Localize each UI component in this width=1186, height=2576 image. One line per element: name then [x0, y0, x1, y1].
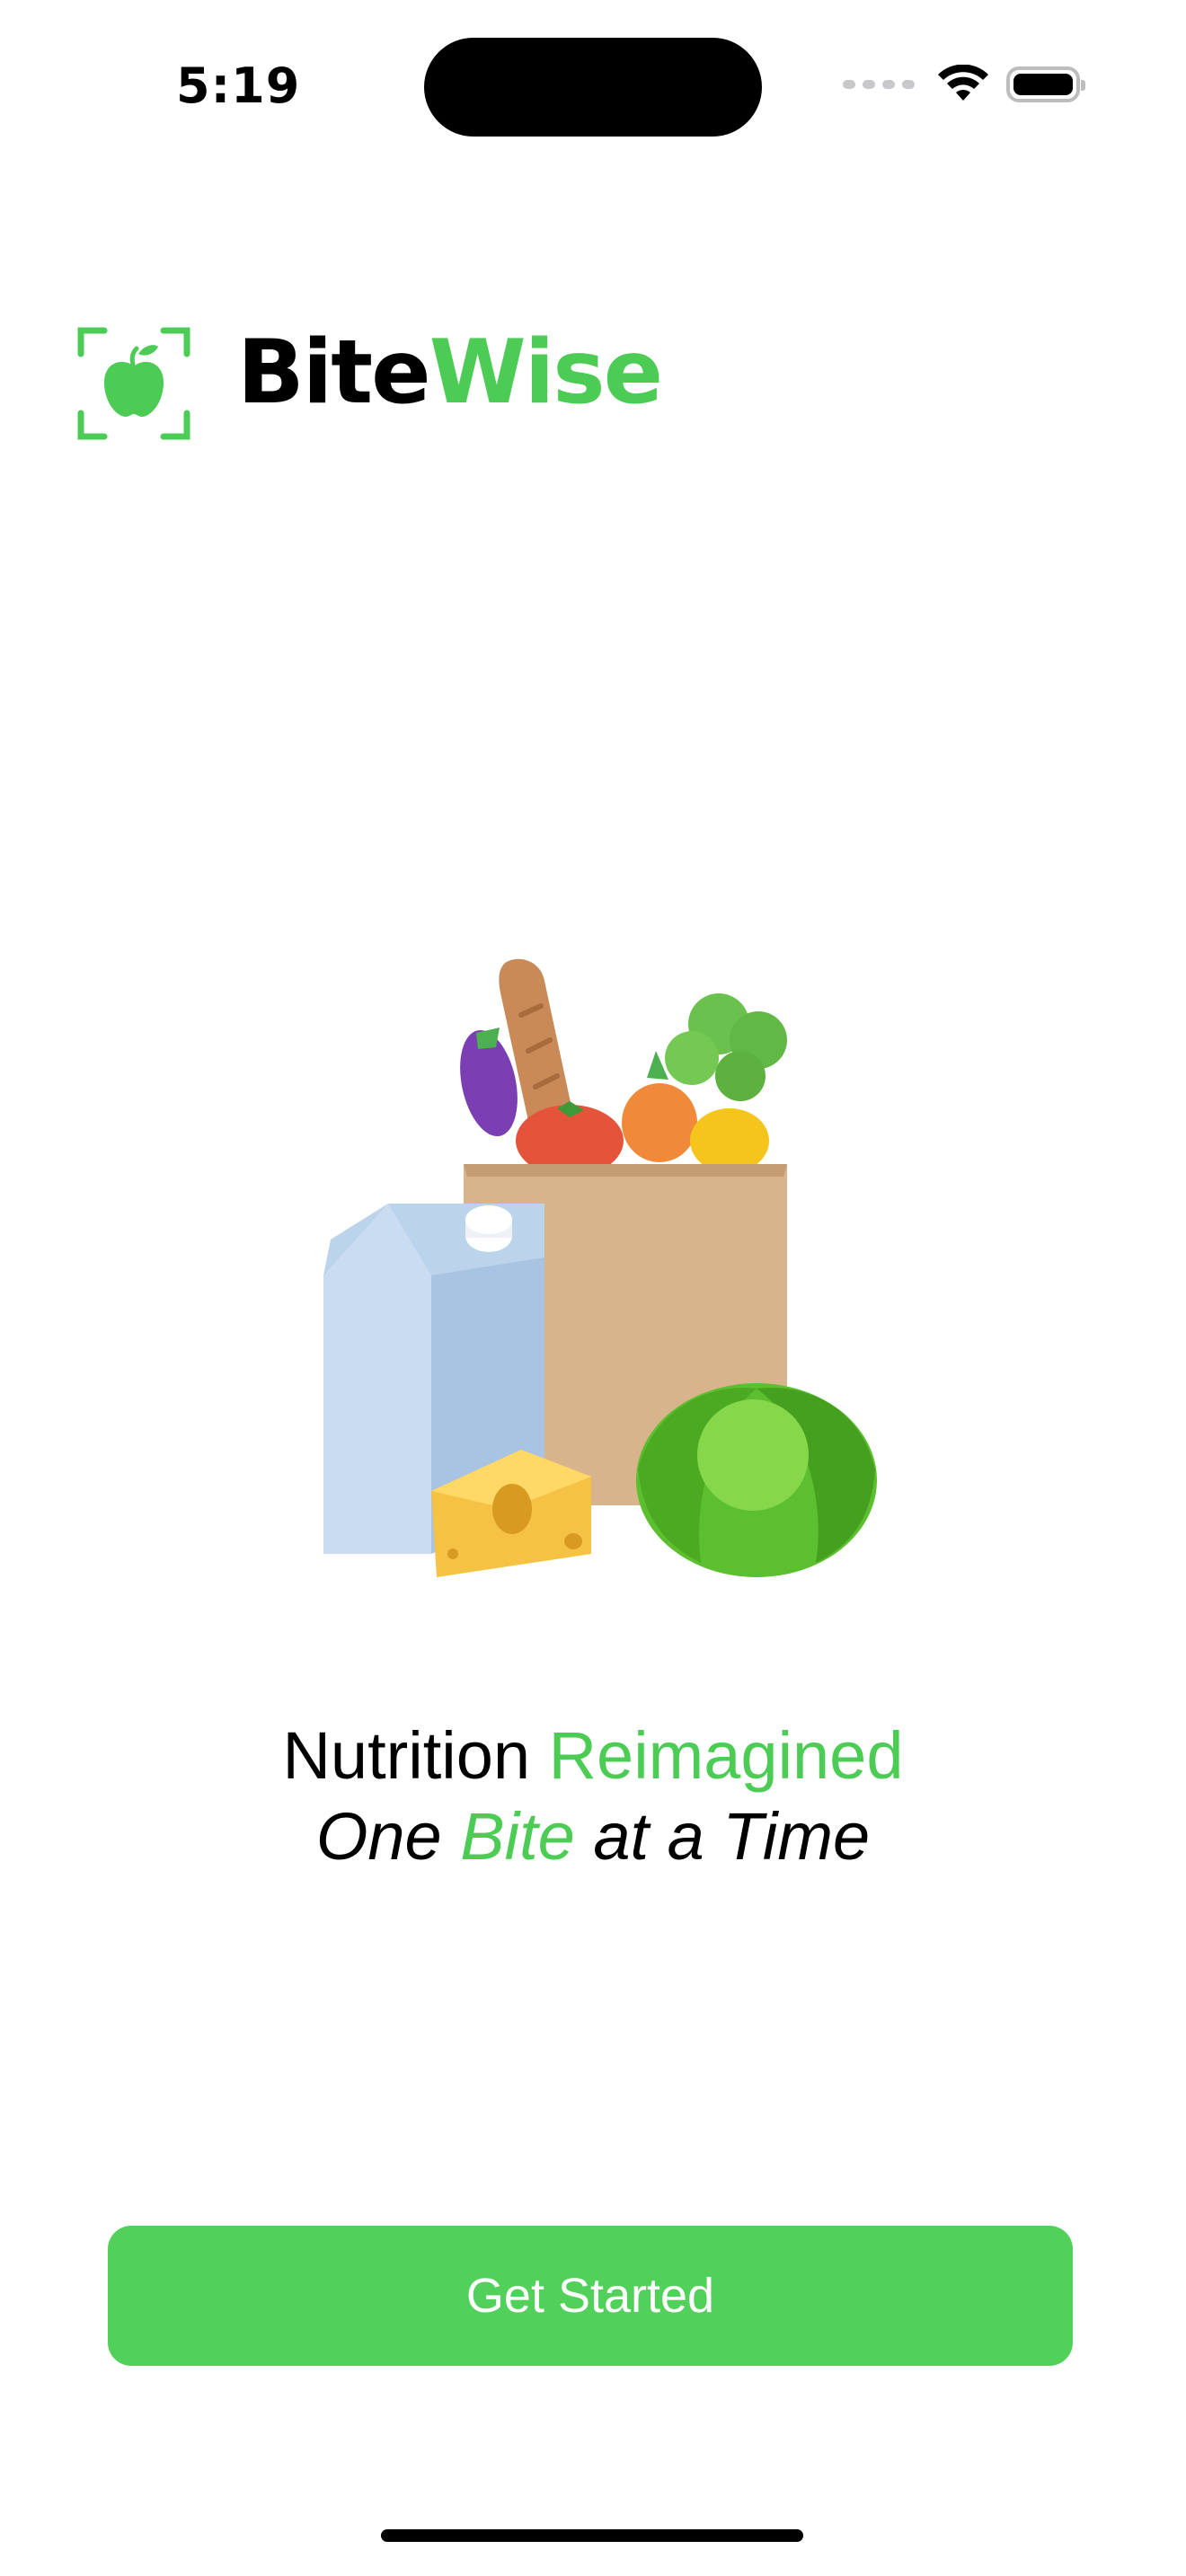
brand-part-wise: Wise	[429, 322, 663, 424]
wifi-icon	[938, 65, 988, 101]
dynamic-island	[424, 38, 762, 137]
brand-wordmark: BiteWise	[237, 329, 663, 417]
tagline-reimagined: Reimagined	[548, 1718, 904, 1793]
cellular-signal-icon	[843, 80, 915, 89]
home-indicator[interactable]	[381, 2529, 803, 2542]
get-started-button[interactable]: Get Started	[108, 2226, 1073, 2366]
status-time: 5:19	[176, 57, 301, 114]
tagline-bite: Bite	[460, 1799, 575, 1874]
apple-scan-icon	[77, 327, 190, 440]
brand-part-bite: Bite	[237, 322, 431, 424]
battery-icon	[1006, 66, 1085, 102]
status-icons	[843, 65, 1085, 104]
tagline-nutrition: Nutrition	[282, 1718, 549, 1793]
grocery-bag-illustration	[323, 958, 877, 1577]
tagline-line-1: Nutrition Reimagined	[0, 1723, 1186, 1789]
tagline-line-2: One Bite at a Time	[0, 1804, 1186, 1870]
tagline-at-a-time: at a Time	[574, 1799, 871, 1874]
tagline-one: One	[315, 1799, 461, 1874]
